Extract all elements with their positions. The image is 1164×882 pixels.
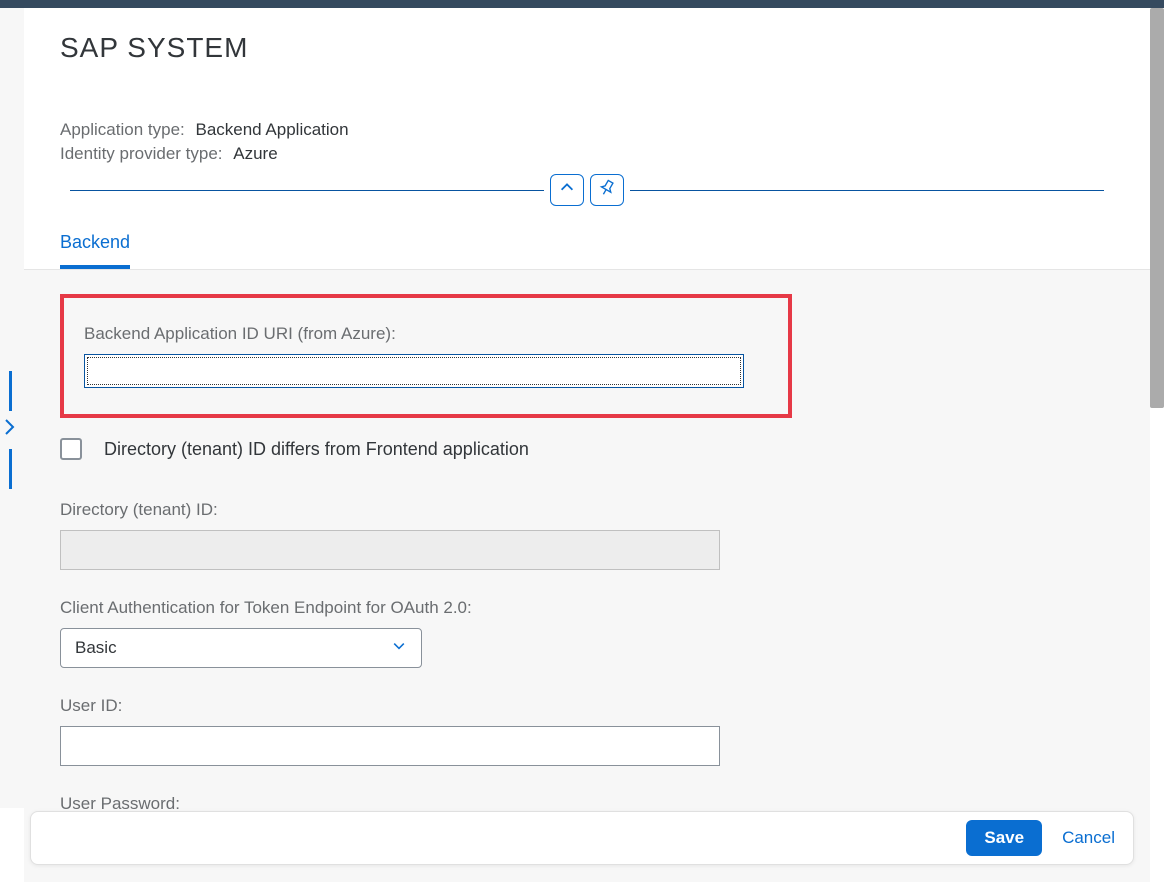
- tenant-id-label: Directory (tenant) ID:: [60, 500, 1114, 520]
- pin-icon: [598, 179, 616, 202]
- app-type-value: Backend Application: [195, 120, 348, 139]
- app-type-label: Application type:: [60, 120, 185, 139]
- vertical-scrollbar[interactable]: [1150, 8, 1164, 408]
- tenant-diff-row: Directory (tenant) ID differs from Front…: [60, 438, 1114, 460]
- handle-bar: [9, 449, 12, 489]
- chevron-up-icon: [558, 179, 576, 202]
- idp-type-label: Identity provider type:: [60, 144, 223, 163]
- header-section: SAP SYSTEM Application type: Backend App…: [24, 8, 1150, 206]
- side-expand-handle[interactable]: [0, 360, 20, 500]
- user-id-group: User ID:: [60, 696, 1114, 766]
- footer-bar: Save Cancel: [30, 811, 1134, 865]
- save-button[interactable]: Save: [966, 820, 1042, 856]
- pin-button[interactable]: [590, 174, 624, 206]
- tenant-diff-label: Directory (tenant) ID differs from Front…: [104, 439, 529, 460]
- backend-uri-label: Backend Application ID URI (from Azure):: [84, 324, 768, 344]
- tab-bar: Backend: [24, 224, 1150, 270]
- client-auth-value: Basic: [75, 638, 117, 658]
- chevron-down-icon: [391, 638, 421, 659]
- divider-row: [60, 174, 1114, 206]
- user-id-input[interactable]: [60, 726, 720, 766]
- highlight-box: Backend Application ID URI (from Azure):: [60, 294, 792, 418]
- tenant-id-input: [60, 530, 720, 570]
- form-area: Backend Application ID URI (from Azure):…: [24, 270, 1150, 882]
- page-title: SAP SYSTEM: [60, 32, 1114, 64]
- divider-line: [630, 190, 1104, 191]
- client-auth-label: Client Authentication for Token Endpoint…: [60, 598, 1114, 618]
- tab-backend[interactable]: Backend: [60, 224, 130, 269]
- top-bar: [0, 0, 1164, 8]
- chevron-right-icon: [2, 417, 18, 443]
- app-type-row: Application type: Backend Application: [60, 120, 1114, 140]
- divider-buttons: [550, 174, 624, 206]
- idp-type-row: Identity provider type: Azure: [60, 144, 1114, 164]
- collapse-button[interactable]: [550, 174, 584, 206]
- divider-line: [70, 190, 544, 191]
- page-container: SAP SYSTEM Application type: Backend App…: [24, 8, 1150, 871]
- idp-type-value: Azure: [233, 144, 277, 163]
- client-auth-group: Client Authentication for Token Endpoint…: [60, 598, 1114, 668]
- handle-bar: [9, 371, 12, 411]
- client-auth-select[interactable]: Basic: [60, 628, 422, 668]
- tenant-diff-checkbox[interactable]: [60, 438, 82, 460]
- user-id-label: User ID:: [60, 696, 1114, 716]
- cancel-button[interactable]: Cancel: [1062, 828, 1115, 848]
- backend-uri-input[interactable]: [84, 354, 744, 388]
- tenant-id-group: Directory (tenant) ID:: [60, 500, 1114, 570]
